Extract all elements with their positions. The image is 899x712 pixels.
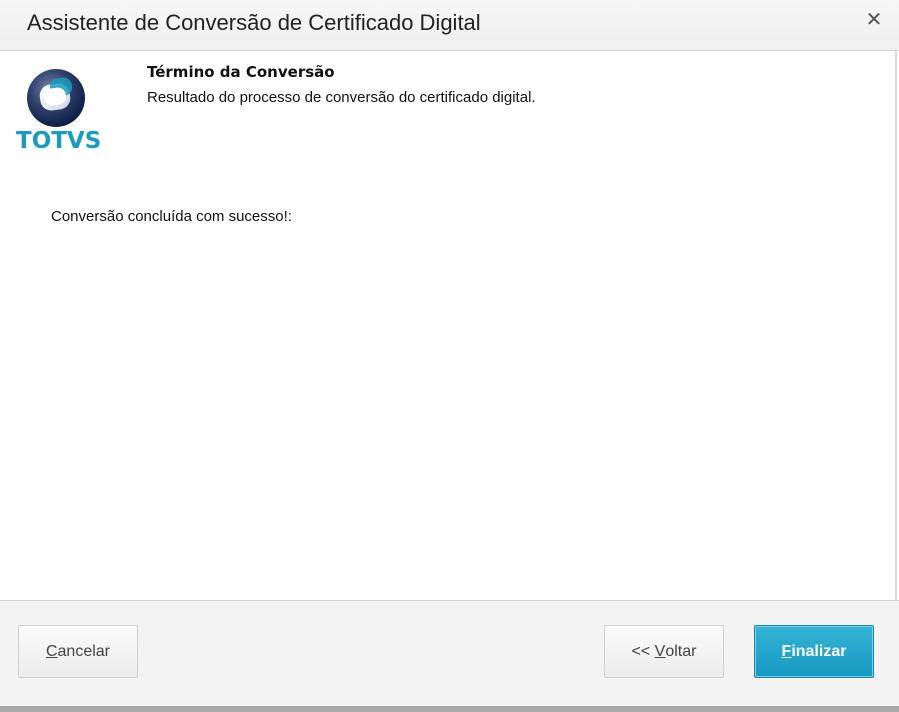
logo-text: TOTVS (16, 128, 102, 154)
back-button[interactable]: << Voltar (604, 625, 724, 678)
cancel-mnemonic: C (45, 642, 58, 660)
conversion-wizard-dialog: Assistente de Conversão de Certificado D… (0, 0, 899, 712)
totvs-globe-icon (27, 69, 85, 127)
cancel-button[interactable]: Cancelar (18, 625, 138, 678)
result-message: Conversão concluída com sucesso!: (51, 208, 292, 225)
window-title: Assistente de Conversão de Certificado D… (27, 10, 481, 35)
cancel-label: ancelar (57, 642, 111, 660)
step-subtitle: Resultado do processo de conversão do ce… (147, 89, 536, 106)
finish-label: inalizar (791, 642, 847, 660)
title-bar: Assistente de Conversão de Certificado D… (0, 0, 899, 51)
bottom-edge (0, 706, 899, 712)
step-title: Término da Conversão (147, 63, 335, 81)
back-mnemonic: V (654, 642, 666, 660)
back-prefix: << (631, 642, 655, 660)
finish-button[interactable]: Finalizar (754, 625, 874, 678)
wizard-content: TOTVS Término da Conversão Resultado do … (0, 51, 897, 600)
footer-bar: Cancelar << Voltar Finalizar (0, 600, 899, 712)
finish-mnemonic: F (781, 642, 792, 660)
close-icon[interactable]: ✕ (863, 6, 885, 32)
back-label: oltar (665, 642, 697, 660)
totvs-logo: TOTVS (16, 68, 102, 156)
